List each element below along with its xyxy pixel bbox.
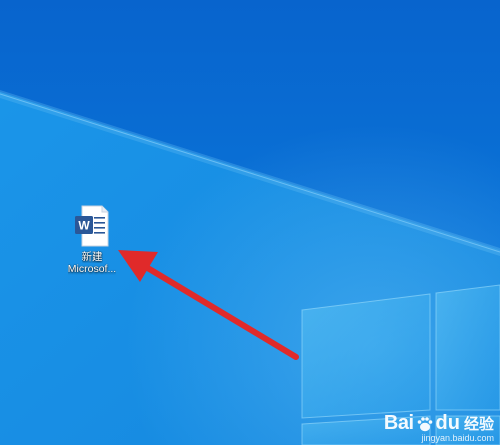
watermark-jingyan: 经验	[463, 416, 494, 433]
watermark-bai: Bai	[383, 412, 414, 434]
word-letter: W	[78, 219, 90, 233]
desktop: W 新建 Microsof... Bai du 经验 jingyan.baidu…	[0, 0, 500, 445]
word-document-icon: W	[72, 204, 112, 248]
watermark-du: du	[435, 412, 460, 434]
desktop-icon-label-line1: 新建	[81, 251, 103, 263]
baidu-jingyan-watermark: Bai du 经验 jingyan.baidu.com	[384, 412, 494, 443]
paw-icon	[417, 416, 432, 431]
desktop-icon-word-document[interactable]: W 新建 Microsof...	[60, 204, 124, 275]
watermark-url: jingyan.baidu.com	[421, 433, 494, 443]
desktop-icon-label-line2: Microsof...	[67, 263, 117, 275]
